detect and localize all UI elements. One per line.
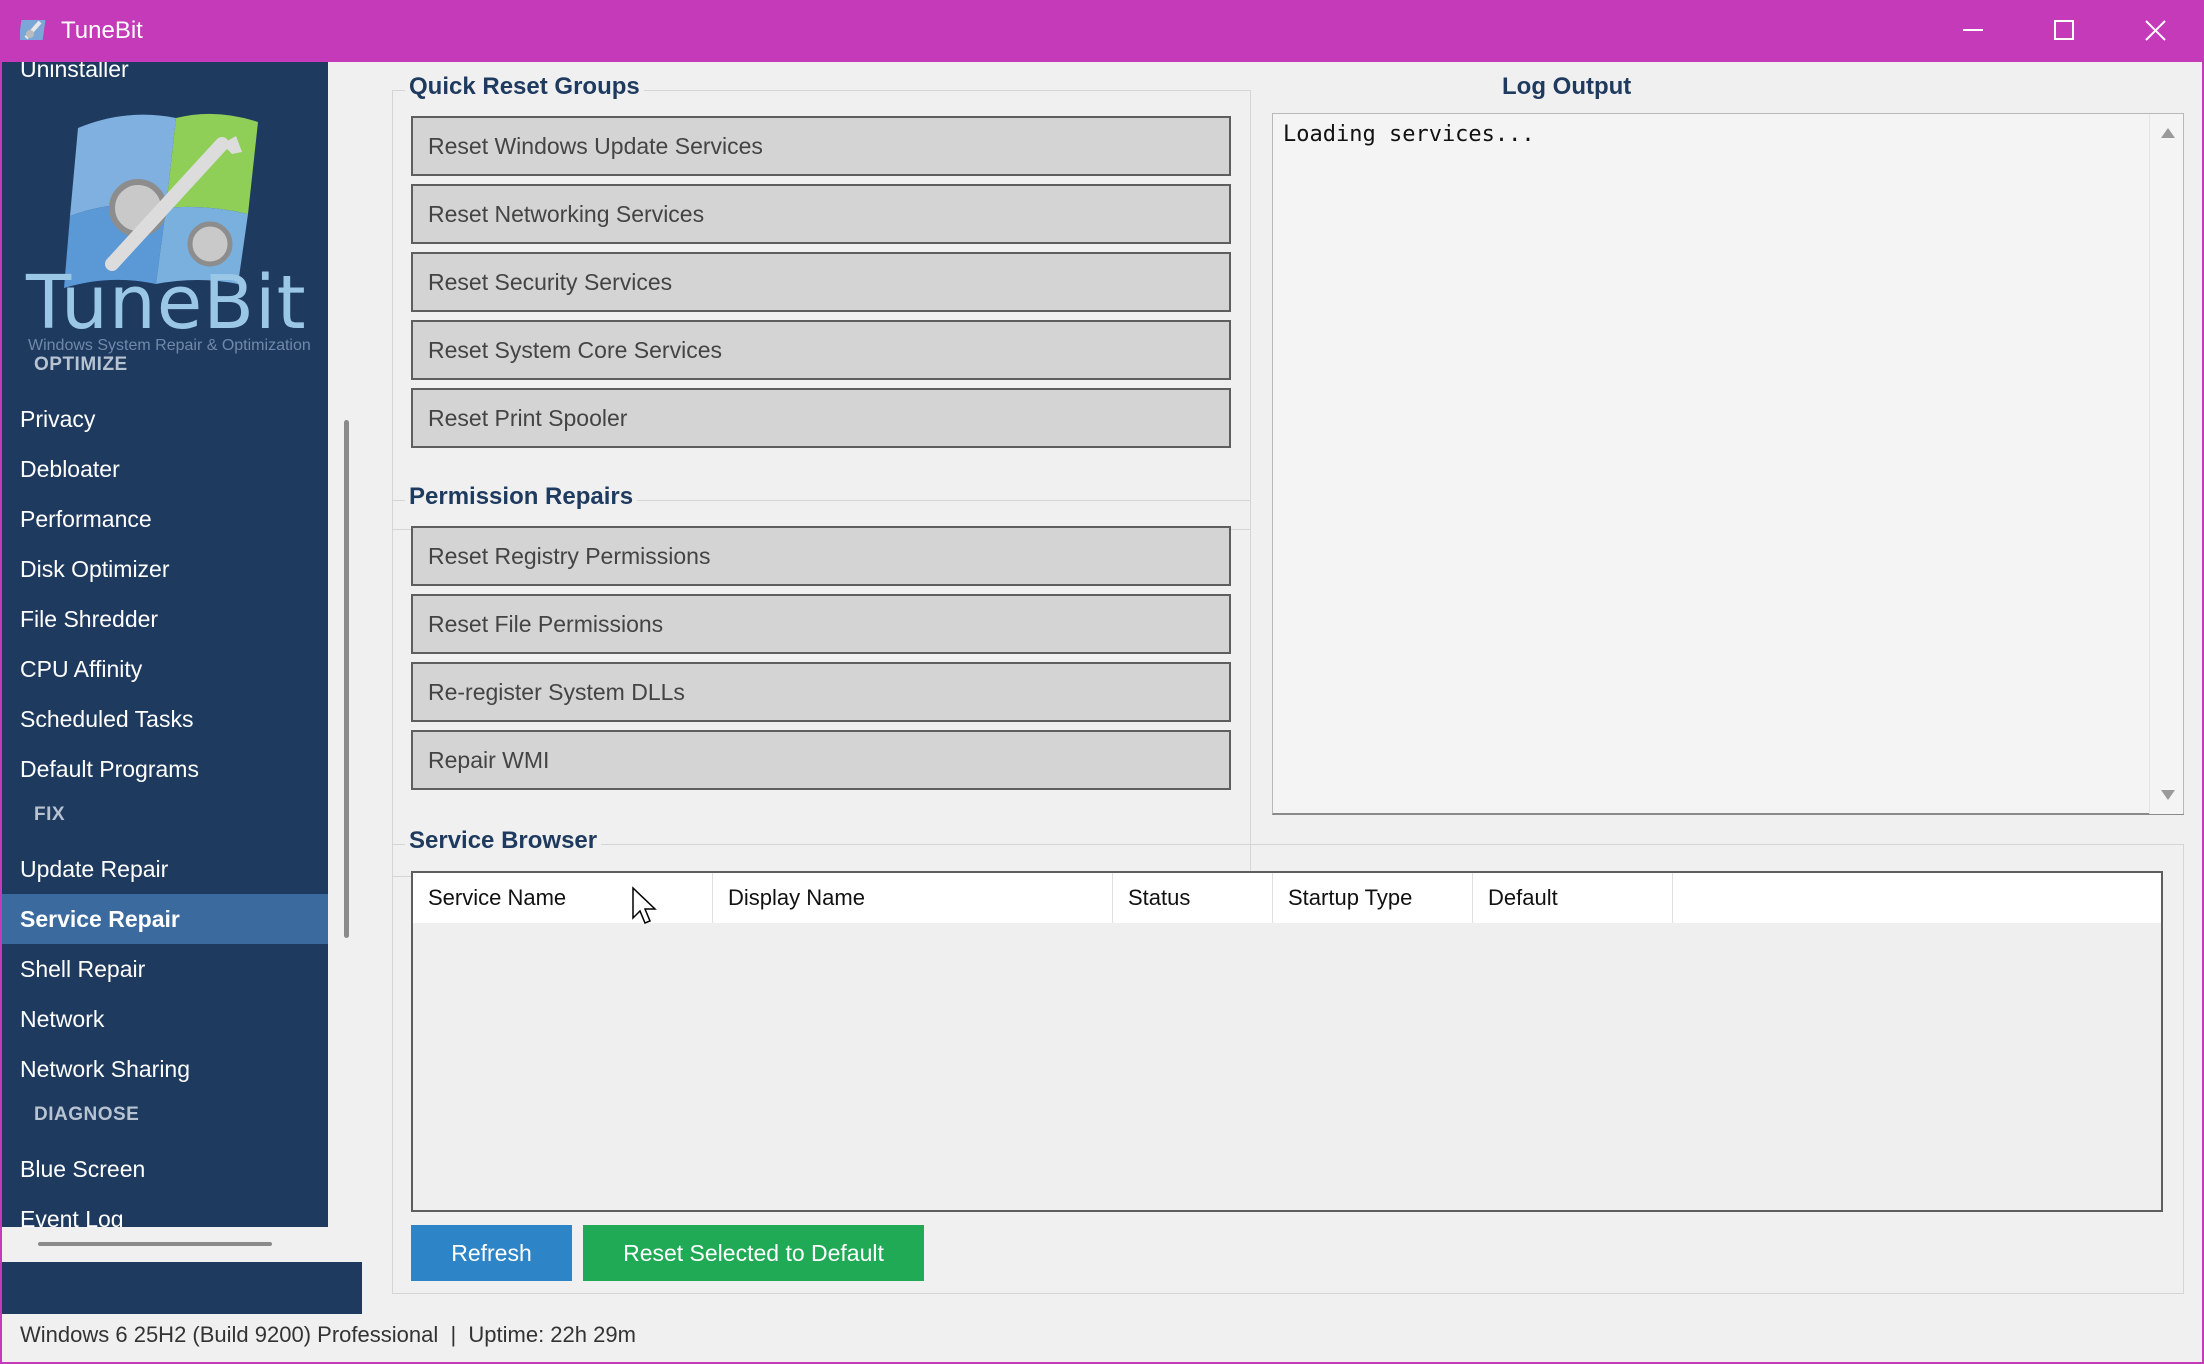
sidebar-item-uninstaller[interactable]: Uninstaller (20, 62, 129, 83)
nav-panel[interactable]: Uninstaller TuneBit Windows System Repai… (2, 62, 328, 1227)
log-output-box[interactable]: Loading services... (1272, 113, 2184, 815)
reset-windows-update-button[interactable]: Reset Windows Update Services (411, 116, 1231, 176)
repair-wmi-button[interactable]: Repair WMI (411, 730, 1231, 790)
quick-reset-title: Quick Reset Groups (405, 73, 644, 101)
nav-section-fix: FIX (34, 804, 66, 825)
column-display-name[interactable]: Display Name (713, 873, 1113, 923)
sidebar-item-scheduled-tasks[interactable]: Scheduled Tasks (2, 694, 328, 744)
sidebar-item-network[interactable]: Network (2, 994, 328, 1044)
reset-system-core-button[interactable]: Reset System Core Services (411, 320, 1231, 380)
sidebar-item-network-sharing[interactable]: Network Sharing (2, 1044, 328, 1094)
log-output-text: Loading services... (1283, 122, 1535, 147)
reset-registry-permissions-button[interactable]: Reset Registry Permissions (411, 526, 1231, 586)
table-header: Service Name Display Name Status Startup… (413, 873, 2161, 923)
sidebar-item-shell-repair[interactable]: Shell Repair (2, 944, 328, 994)
mouse-cursor-icon (632, 886, 657, 924)
sidebar-item-default-programs[interactable]: Default Programs (2, 744, 328, 794)
sidebar-item-event-log[interactable]: Event Log (2, 1194, 328, 1227)
column-status[interactable]: Status (1113, 873, 1273, 923)
nav-section-optimize: OPTIMIZE (34, 354, 128, 375)
minimize-button[interactable] (1929, 0, 2015, 62)
app-icon (20, 20, 46, 40)
reset-selected-to-default-button[interactable]: Reset Selected to Default (583, 1225, 924, 1281)
sidebar-item-performance[interactable]: Performance (2, 494, 328, 544)
sidebar-item-blue-screen[interactable]: Blue Screen (2, 1144, 328, 1194)
scroll-down-icon[interactable] (2161, 790, 2175, 800)
sidebar-item-file-shredder[interactable]: File Shredder (2, 594, 328, 644)
reset-security-button[interactable]: Reset Security Services (411, 252, 1231, 312)
sidebar-footer (2, 1262, 362, 1314)
services-table[interactable]: Service Name Display Name Status Startup… (411, 871, 2163, 1212)
reset-file-permissions-button[interactable]: Reset File Permissions (411, 594, 1231, 654)
reset-networking-button[interactable]: Reset Networking Services (411, 184, 1231, 244)
column-startup-type[interactable]: Startup Type (1273, 873, 1473, 923)
scroll-up-icon[interactable] (2161, 128, 2175, 138)
sidebar: Uninstaller TuneBit Windows System Repai… (2, 62, 362, 1314)
sidebar-item-debloater[interactable]: Debloater (2, 444, 328, 494)
status-text: Windows 6 25H2 (Build 9200) Professional… (20, 1322, 636, 1347)
service-browser-title: Service Browser (405, 827, 602, 855)
sidebar-item-update-repair[interactable]: Update Repair (2, 844, 328, 894)
window-title: TuneBit (61, 17, 143, 44)
sidebar-item-disk-optimizer[interactable]: Disk Optimizer (2, 544, 328, 594)
reregister-dlls-button[interactable]: Re-register System DLLs (411, 662, 1231, 722)
logo-tagline: Windows System Repair & Optimization (28, 337, 311, 354)
sidebar-vertical-scrollbar[interactable] (344, 420, 349, 938)
reset-print-spooler-button[interactable]: Reset Print Spooler (411, 388, 1231, 448)
log-output-title: Log Output (1502, 73, 1632, 100)
refresh-button[interactable]: Refresh (411, 1225, 572, 1281)
log-scrollbar[interactable] (2149, 114, 2183, 814)
logo-text: TuneBit (26, 260, 307, 346)
sidebar-horizontal-scrollbar[interactable] (38, 1242, 272, 1246)
sidebar-item-service-repair[interactable]: Service Repair (2, 894, 328, 944)
title-bar[interactable]: TuneBit (0, 0, 2204, 62)
maximize-button[interactable] (2020, 0, 2106, 62)
nav-section-diagnose: DIAGNOSE (34, 1104, 140, 1125)
status-bar: Windows 6 25H2 (Build 9200) Professional… (2, 1314, 2202, 1362)
column-default[interactable]: Default (1473, 873, 1673, 923)
sidebar-item-privacy[interactable]: Privacy (2, 394, 328, 444)
close-button[interactable] (2112, 0, 2198, 62)
sidebar-item-cpu-affinity[interactable]: CPU Affinity (2, 644, 328, 694)
permission-repairs-title: Permission Repairs (405, 483, 638, 511)
column-service-name[interactable]: Service Name (413, 873, 713, 923)
main-window: Uninstaller TuneBit Windows System Repai… (2, 62, 2202, 1362)
